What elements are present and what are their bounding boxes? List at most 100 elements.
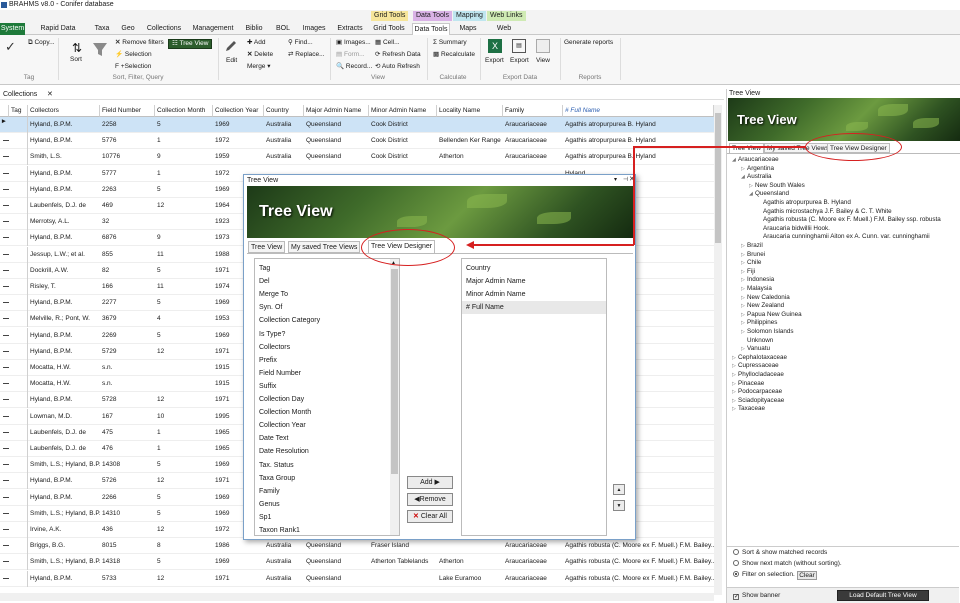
clear-button[interactable]: Clear — [797, 571, 817, 580]
excel-icon[interactable]: X — [488, 39, 502, 53]
cell-collection-month[interactable]: 1 — [155, 441, 213, 457]
cell-major-admin-name[interactable]: Queensland — [304, 117, 369, 133]
row-indicator[interactable] — [0, 554, 28, 571]
view-button[interactable]: View — [536, 57, 550, 65]
cell-field-number[interactable]: 855 — [100, 247, 155, 263]
cell-collection-month[interactable]: 5 — [155, 117, 213, 133]
cell-collectors[interactable]: Hyland, B.P.M. — [28, 571, 100, 587]
row-indicator[interactable] — [0, 214, 28, 231]
row-indicator[interactable] — [0, 279, 28, 295]
cell-minor-admin-name[interactable] — [369, 571, 437, 587]
images-button[interactable]: ▣ Images... — [336, 39, 371, 47]
tree-node[interactable]: Araucaria cunninghamii Aiton ex A. Cunn.… — [757, 233, 930, 241]
cell-collectors[interactable]: Risley, T. — [28, 279, 100, 295]
dropdown-icon[interactable]: ▾ — [614, 176, 617, 183]
available-field-item[interactable]: Suffix — [259, 380, 276, 393]
tab-collections[interactable]: Collections — [144, 23, 184, 35]
table-row[interactable]: ▸ Hyland, B.P.M. 2258 5 1969 Australia Queensl… — [0, 117, 714, 133]
row-indicator[interactable] — [0, 165, 28, 182]
cell-country[interactable]: Australia — [264, 538, 304, 554]
move-up-button[interactable]: ▲ — [613, 484, 625, 495]
checkmark-icon[interactable]: ✓ — [5, 39, 19, 54]
cell-field-number[interactable]: 5729 — [100, 344, 155, 360]
find-button[interactable]: ⚲ Find... — [288, 39, 313, 47]
table-row[interactable]: Briggs, B.G. 8015 8 1986 Australia Queensland… — [0, 538, 714, 555]
tree-node[interactable]: ▷ Argentina — [741, 165, 774, 173]
cell-field-number[interactable]: 32 — [100, 214, 155, 230]
available-field-item[interactable]: Sp1 — [259, 511, 271, 524]
tree-node[interactable]: Agathis atropurpurea B. Hyland — [757, 199, 851, 207]
table-row[interactable]: Hyland, B.P.M. 5776 1 1972 Australia Queensla… — [0, 133, 714, 150]
cell-collectors[interactable]: Hyland, B.P.M. — [28, 295, 100, 311]
designer-tab-tree-view[interactable]: Tree View — [248, 241, 286, 253]
tree-node[interactable]: ▷ Vanuatu — [741, 345, 770, 353]
available-field-item[interactable]: Collection Year — [259, 419, 306, 432]
row-indicator[interactable] — [0, 570, 28, 587]
cell-collectors[interactable]: Briggs, B.G. — [28, 538, 100, 554]
tree-node[interactable]: ▷ Cupressaceae — [732, 362, 779, 370]
cell-collectors[interactable]: Jessup, L.W.; et al. — [28, 247, 100, 263]
available-field-item[interactable]: Field Number — [259, 367, 301, 380]
cell-field-number[interactable]: 2258 — [100, 117, 155, 133]
plus-selection-button[interactable]: F +Selection — [115, 63, 151, 71]
cell-collection-month[interactable] — [155, 360, 213, 376]
cell-country[interactable]: Australia — [264, 571, 304, 587]
tree-node[interactable]: ▷ Fiji — [741, 268, 755, 276]
cell-field-number[interactable]: 2263 — [100, 182, 155, 198]
table-row[interactable]: Smith, L.S.; Hyland, B.P... 14318 5 1969 Aus… — [0, 554, 714, 571]
row-indicator[interactable] — [0, 522, 28, 538]
cell-collectors[interactable]: Hyland, B.P.M. — [28, 182, 100, 198]
cell-family[interactable]: Araucariaceae — [503, 149, 563, 165]
column-header-full-name[interactable]: # Full Name — [563, 105, 714, 117]
column-header-collection-year[interactable]: Collection Year — [213, 105, 264, 117]
cell-collectors[interactable]: Smith, L.S. — [28, 149, 100, 165]
cell-collection-month[interactable]: 5 — [155, 295, 213, 311]
cell-collectors[interactable]: Hyland, B.P.M. — [28, 166, 100, 182]
tree-node[interactable]: ▷ Chile — [741, 259, 761, 267]
selected-field-item[interactable]: Country — [466, 262, 491, 275]
row-indicator[interactable]: ▸ — [0, 117, 28, 133]
edit-button[interactable]: Edit — [226, 57, 237, 65]
cell-collectors[interactable]: Hyland, B.P.M. — [28, 328, 100, 344]
filter-on-selection-option[interactable]: Filter on selection. — [733, 570, 795, 579]
generate-reports-button[interactable]: Generate reports — [564, 39, 613, 47]
cell-collectors[interactable]: Irvine, A.K. — [28, 522, 100, 538]
cell-collectors[interactable]: Laubenfels, D.J. de — [28, 198, 100, 214]
cell-field-number[interactable]: 5728 — [100, 392, 155, 408]
cell-collectors[interactable]: Melville, R.; Pont, W. — [28, 311, 100, 327]
cell-field-number[interactable]: 14310 — [100, 506, 155, 522]
tree-node[interactable]: ▷ New Zealand — [741, 302, 784, 310]
row-indicator[interactable] — [0, 392, 28, 409]
row-indicator[interactable] — [0, 489, 28, 506]
tree-node[interactable]: ◢ Australia — [741, 173, 772, 181]
cell-collectors[interactable]: Hyland, B.P.M. — [28, 473, 100, 489]
add-button[interactable]: ✚ Add — [247, 39, 265, 47]
tree-node[interactable]: ▷ Solomon Islands — [741, 328, 794, 336]
row-indicator[interactable] — [0, 457, 28, 474]
tree-node[interactable]: Agathis microstachya J.F. Bailey & C. T.… — [757, 208, 892, 216]
tab-maps[interactable]: Maps — [456, 23, 480, 35]
tree-view-button[interactable]: ☷ Tree View — [168, 39, 213, 49]
cell-field-number[interactable]: 5776 — [100, 133, 155, 149]
cell-major-admin-name[interactable]: Queensland — [304, 133, 369, 149]
cell-field-number[interactable]: 82 — [100, 263, 155, 279]
cell-locality-name[interactable] — [437, 538, 503, 554]
tab-data-tools[interactable]: Data Tools — [412, 23, 450, 35]
row-indicator[interactable] — [0, 311, 28, 328]
selected-field-item[interactable]: Minor Admin Name — [466, 288, 526, 301]
cell-major-admin-name[interactable]: Queensland — [304, 538, 369, 554]
cell-major-admin-name[interactable]: Queensland — [304, 554, 369, 570]
row-indicator[interactable] — [0, 538, 28, 555]
tree-node[interactable]: ▷ Brunei — [741, 251, 765, 259]
tab-taxa[interactable]: Taxa — [92, 23, 112, 35]
ctx-tab-mapping[interactable]: Mapping — [453, 11, 486, 21]
row-indicator[interactable] — [0, 424, 28, 441]
load-default-tree-view-button[interactable]: Load Default Tree View — [837, 590, 929, 601]
selected-field-item[interactable]: Major Admin Name — [466, 275, 526, 288]
available-field-item[interactable]: Taxa Group — [259, 472, 295, 485]
export-doc-button[interactable]: Export — [510, 57, 529, 65]
cell-minor-admin-name[interactable]: Cook District — [369, 149, 437, 165]
tree-node[interactable]: ◢ Queensland — [749, 190, 789, 198]
replace-button[interactable]: ⇄ Replace... — [288, 51, 325, 59]
row-indicator[interactable] — [0, 246, 28, 263]
